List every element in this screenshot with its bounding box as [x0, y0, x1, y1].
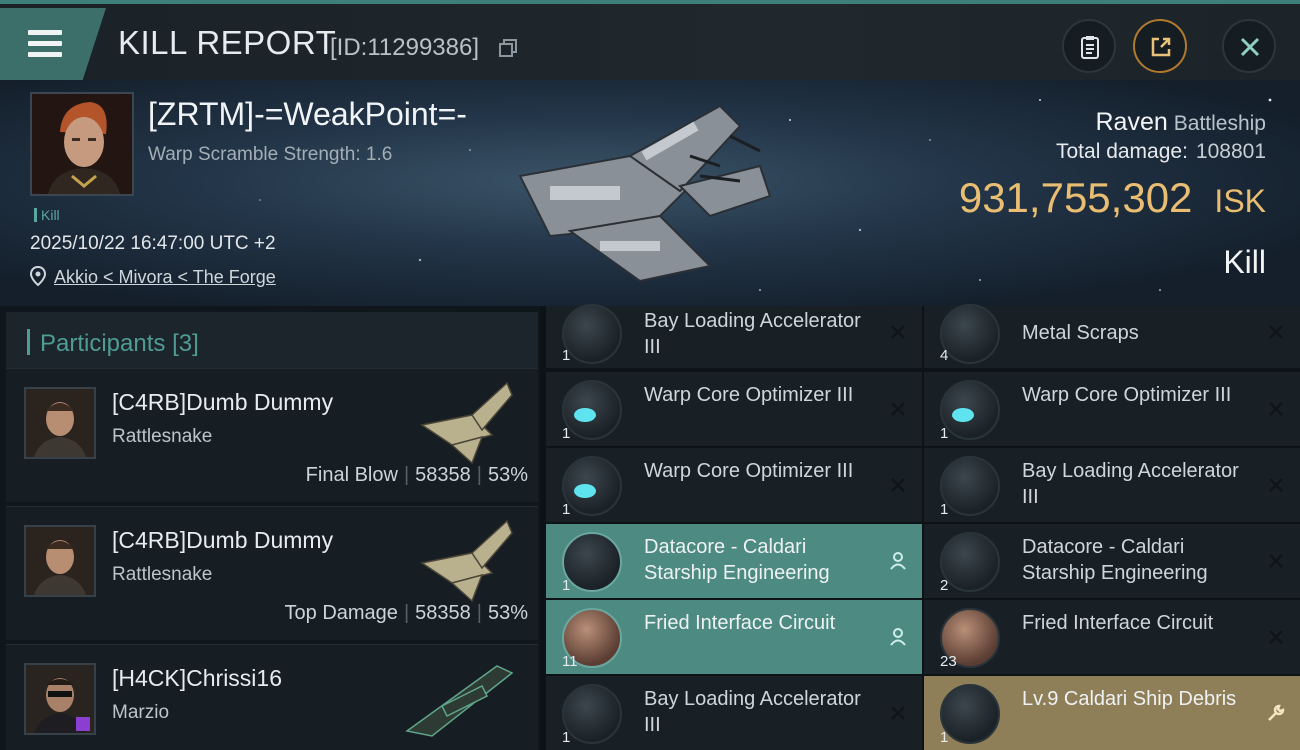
destroyed-icon: [891, 325, 905, 339]
victim-name[interactable]: [ZRTM]-=WeakPoint=-: [148, 96, 467, 133]
item-name: Warp Core Optimizer III: [644, 460, 854, 482]
share-icon: [1151, 37, 1171, 57]
item-name: Bay Loading Accelerator III: [644, 688, 861, 736]
destroyed-icon: [1269, 554, 1283, 568]
participant-card[interactable]: [C4RB]Dumb Dummy Rattlesnake Top Damage |…: [6, 506, 538, 640]
item-name: Metal Scraps: [1022, 322, 1139, 344]
item-card[interactable]: 1 Warp Core Optimizer III: [546, 372, 922, 446]
clipboard-icon: [1081, 36, 1099, 59]
participant-card[interactable]: [C4RB]Dumb Dummy Rattlesnake Final Blow |…: [6, 368, 538, 502]
destroyed-icon: [891, 478, 905, 492]
destroyed-icon: [891, 402, 905, 416]
participant-stats: Top Damage | 58358 | 53%: [284, 602, 528, 624]
close-button[interactable]: [1222, 19, 1276, 73]
location-link[interactable]: Akkio < Mivora < The Forge: [54, 267, 276, 288]
victim-ship-image: [518, 104, 772, 283]
participants-header: Participants [3]: [6, 312, 538, 372]
item-name: Bay Loading Accelerator III: [644, 310, 861, 358]
isk-value: 931,755,302 ISK: [958, 174, 1266, 221]
participant-ship-image: [405, 665, 514, 737]
item-card[interactable]: 1 Bay Loading Accelerator III: [546, 676, 922, 750]
participant-card[interactable]: [H4CK]Chrissi16 Marzio: [6, 644, 538, 750]
item-card[interactable]: 1 Bay Loading Accelerator III: [924, 448, 1300, 522]
item-name: Fried Interface Circuit: [1022, 612, 1214, 634]
participant-ship-image: [420, 519, 513, 603]
participant-ship: Rattlesnake: [112, 426, 213, 447]
item-name: Fried Interface Circuit: [644, 612, 836, 634]
avatar: [24, 387, 96, 459]
location-pin-icon: [30, 266, 46, 286]
module-icon: [562, 684, 622, 744]
kill-datetime: 2025/10/22 16:47:00 UTC +2: [30, 233, 276, 254]
victim-panel: [ZRTM]-=WeakPoint=- Warp Scramble Streng…: [0, 80, 1300, 306]
item-card[interactable]: 1 Warp Core Optimizer III: [924, 372, 1300, 446]
item-name: Datacore - Caldari Starship Engineering: [1022, 536, 1208, 584]
item-card[interactable]: 1 Bay Loading Accelerator III: [546, 304, 922, 368]
copy-icon[interactable]: [499, 39, 517, 57]
module-icon: [562, 380, 622, 440]
module-icon: [940, 380, 1000, 440]
ship-debris-icon: [940, 684, 1000, 744]
participant-stats: Final Blow | 58358 | 53%: [305, 464, 528, 486]
menu-button[interactable]: [0, 8, 106, 80]
participant-ship: Rattlesnake: [112, 564, 213, 585]
clipboard-button[interactable]: [1062, 19, 1116, 73]
total-damage: Total damage: 108801: [1056, 140, 1266, 163]
destroyed-icon: [1269, 478, 1283, 492]
wrench-icon: [1268, 704, 1285, 721]
items-grid: 1 Bay Loading Accelerator III 4 Metal Sc…: [540, 304, 1300, 750]
item-name: Datacore - Caldari Starship Engineering: [644, 536, 830, 584]
ship-title: Raven Battleship: [1095, 108, 1267, 136]
item-card[interactable]: 1 Datacore - Caldari Starship Engineerin…: [546, 524, 922, 598]
destroyed-icon: [1269, 402, 1283, 416]
datacore-icon: [940, 532, 1000, 592]
destroyed-icon: [1269, 325, 1283, 339]
module-icon: [562, 456, 622, 516]
result-label: Kill: [1223, 244, 1266, 280]
avatar: [24, 663, 96, 735]
participant-name: [C4RB]Dumb Dummy: [112, 389, 334, 415]
item-name: Warp Core Optimizer III: [644, 384, 854, 406]
item-name: Lv.9 Caldari Ship Debris: [1022, 688, 1237, 710]
page-title: KILL REPORT: [118, 24, 337, 61]
warp-scramble-text: Warp Scramble Strength: 1.6: [148, 144, 393, 165]
destroyed-icon: [891, 706, 905, 720]
item-card[interactable]: 1 Warp Core Optimizer III: [546, 448, 922, 522]
hamburger-icon: [28, 30, 62, 58]
avatar: [24, 525, 96, 597]
item-card[interactable]: 2 Datacore - Caldari Starship Engineerin…: [924, 524, 1300, 598]
item-card[interactable]: 1 Lv.9 Caldari Ship Debris: [924, 676, 1300, 750]
participant-ship: Marzio: [112, 702, 170, 723]
share-button[interactable]: [1133, 19, 1187, 73]
person-icon: [890, 552, 906, 570]
item-card[interactable]: 23 Fried Interface Circuit: [924, 600, 1300, 674]
item-name: Bay Loading Accelerator III: [1022, 460, 1239, 508]
item-card[interactable]: 4 Metal Scraps: [924, 304, 1300, 368]
participant-ship-image: [420, 381, 513, 465]
item-name: Warp Core Optimizer III: [1022, 384, 1232, 406]
module-icon: [562, 304, 622, 364]
victim-avatar[interactable]: [30, 92, 134, 196]
participant-name: [C4RB]Dumb Dummy: [112, 527, 334, 553]
kill-tag: Kill: [34, 207, 60, 223]
report-id: [ID:11299386]: [330, 34, 480, 61]
close-icon: [1240, 37, 1260, 57]
destroyed-icon: [1269, 630, 1283, 644]
module-icon: [940, 456, 1000, 516]
item-card[interactable]: 11 Fried Interface Circuit: [546, 600, 922, 674]
metal-scraps-icon: [940, 304, 1000, 364]
datacore-icon: [562, 532, 622, 592]
participants-panel: Participants [3] [C4RB]Dumb Dummy Rattle…: [0, 306, 540, 750]
participant-name: [H4CK]Chrissi16: [112, 665, 282, 691]
person-icon: [890, 628, 906, 646]
top-bar: KILL REPORT [ID:11299386]: [0, 0, 1300, 80]
